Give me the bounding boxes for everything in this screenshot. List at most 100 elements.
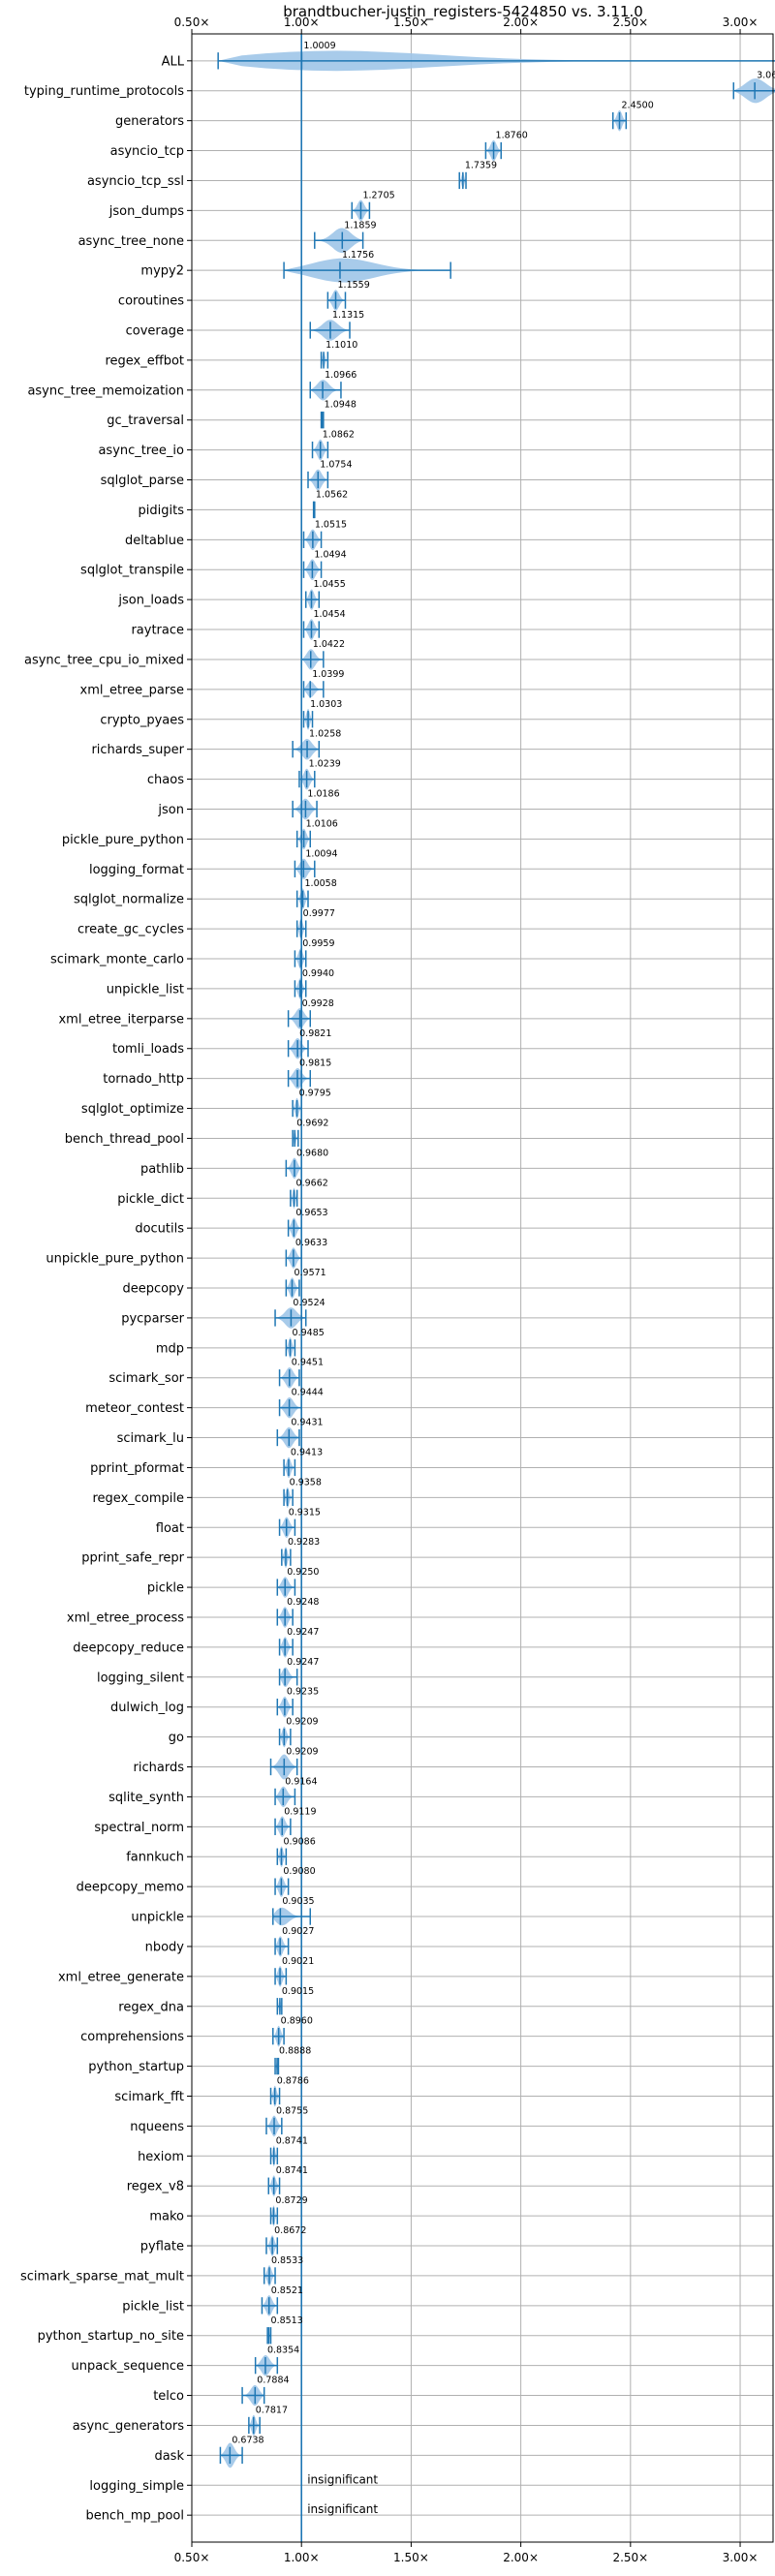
x-tick-label-bottom: 1.50×	[393, 2551, 429, 2564]
category-label: scimark_monte_carlo	[50, 953, 184, 967]
value-label: 0.9633	[295, 1238, 327, 1248]
value-label: 0.9485	[293, 1328, 325, 1338]
value-label: 0.9209	[286, 1747, 318, 1758]
value-label: 0.9928	[302, 998, 334, 1009]
x-tick-label-top: 2.00×	[503, 15, 539, 29]
value-label: 1.0399	[312, 669, 344, 680]
value-label: 1.1859	[344, 220, 376, 230]
value-label: 0.8729	[275, 2195, 307, 2206]
value-label: 0.9680	[296, 1148, 328, 1158]
value-label-layer: 1.0009 3.0666 2.4500 1.8760 1.7359 1.2705 1.18…	[232, 41, 775, 2516]
category-label: raytrace	[131, 624, 184, 638]
category-label: deepcopy_memo	[77, 1881, 184, 1895]
category-label: sqlglot_optimize	[81, 1102, 184, 1117]
category-label: pycparser	[121, 1311, 184, 1326]
category-label: crypto_pyaes	[100, 713, 184, 727]
value-label: 0.9451	[292, 1358, 324, 1368]
value-label: 0.9086	[284, 1836, 316, 1847]
value-label: 0.8672	[274, 2225, 306, 2236]
category-label: pidigits	[139, 504, 185, 518]
category-label: deepcopy_reduce	[73, 1641, 184, 1655]
x-tick-label-top: 1.50×	[393, 15, 429, 29]
category-label: gc_traversal	[107, 414, 184, 428]
category-label: pickle_list	[122, 2299, 184, 2314]
value-label: 1.0754	[320, 460, 352, 471]
category-label: richards_super	[91, 743, 184, 757]
value-label: 0.9209	[286, 1717, 318, 1728]
x-tick-label-top: 2.50×	[612, 15, 648, 29]
value-label: 0.9795	[299, 1089, 331, 1099]
x-tick-label-top: 1.00×	[284, 15, 320, 29]
value-label: 1.0186	[307, 789, 339, 800]
category-label: generators	[115, 114, 184, 129]
value-label: 1.8760	[496, 131, 528, 141]
category-label: pickle_dict	[117, 1192, 184, 1207]
category-label: mdp	[156, 1341, 184, 1356]
category-label: unpickle	[131, 1911, 184, 1925]
insignificant-label: insignificant	[307, 2472, 378, 2486]
category-label: json_dumps	[108, 204, 184, 219]
value-label: 1.0862	[323, 430, 355, 441]
value-label: 0.9413	[291, 1447, 323, 1457]
insignificant-label: insignificant	[307, 2502, 378, 2516]
category-label: asyncio_tcp_ssl	[87, 174, 184, 189]
value-label: 1.0948	[325, 400, 356, 411]
category-label: nbody	[145, 1940, 185, 1954]
value-label: 0.9444	[292, 1388, 324, 1398]
category-label: async_tree_none	[78, 234, 184, 249]
category-label: richards	[134, 1761, 185, 1775]
value-label: 1.0009	[303, 41, 335, 51]
value-label: 1.0058	[305, 878, 337, 889]
value-label: 0.9021	[282, 1956, 314, 1967]
category-label: async_generators	[73, 2419, 185, 2434]
chart-title: brandtbucher-justin_registers-5424850 vs…	[283, 3, 643, 21]
category-label: json_loads	[117, 594, 184, 608]
value-label: 1.0106	[306, 818, 338, 829]
category-label: asyncio_tcp	[110, 144, 184, 159]
x-tick-label-top: 0.50×	[174, 15, 210, 29]
category-label: hexiom	[138, 2150, 184, 2164]
value-label: 0.9164	[285, 1776, 317, 1787]
value-label: 1.0966	[325, 370, 356, 381]
category-label: python_startup_no_site	[38, 2329, 184, 2344]
value-label: 0.9815	[299, 1058, 331, 1069]
value-label: 1.0422	[313, 639, 345, 650]
category-label: logging_simple	[89, 2479, 184, 2494]
category-label: python_startup	[88, 2060, 184, 2074]
value-label: 0.9250	[287, 1567, 319, 1578]
x-tick-label-bottom: 2.00×	[503, 2551, 539, 2564]
tick-label-layer: 0.50× 0.50× 1.00× 1.00× 1.50× 1.50× 2.00× 2.00×…	[174, 15, 759, 2564]
value-label: 0.8513	[271, 2315, 303, 2326]
category-label: mako	[149, 2210, 184, 2224]
category-label: xml_etree_generate	[58, 1970, 184, 1984]
value-label: 1.0455	[314, 579, 346, 590]
category-label: pyflate	[140, 2240, 184, 2254]
value-label: 0.9653	[295, 1208, 327, 1218]
category-label: sqlglot_parse	[101, 474, 184, 488]
category-label: tornado_http	[103, 1072, 184, 1087]
value-label: 1.1756	[342, 250, 374, 261]
category-label: regex_effbot	[105, 353, 184, 368]
category-label: sqlglot_normalize	[74, 893, 184, 907]
category-label: deltablue	[125, 534, 184, 548]
category-label: ALL	[162, 54, 185, 69]
value-label: 0.8755	[276, 2105, 308, 2116]
category-label: dulwich_log	[110, 1701, 184, 1715]
value-label: 1.0515	[315, 519, 347, 530]
category-label: pprint_pformat	[90, 1461, 184, 1476]
category-label: pprint_safe_repr	[81, 1551, 184, 1566]
value-label: 0.9248	[287, 1597, 319, 1608]
category-label: spectral_norm	[94, 1821, 184, 1835]
category-label: unpack_sequence	[71, 2359, 184, 2374]
value-label: 0.8521	[271, 2285, 303, 2296]
value-label: 1.7359	[465, 160, 497, 170]
value-label: 1.1315	[332, 310, 364, 321]
value-label: 0.8741	[276, 2165, 308, 2176]
category-label: telco	[153, 2389, 184, 2404]
value-label: 2.4500	[622, 101, 654, 111]
value-label: 0.9692	[296, 1118, 328, 1128]
category-label: scimark_sparse_mat_mult	[20, 2269, 184, 2284]
category-label: nqueens	[130, 2120, 184, 2134]
category-label: pickle_pure_python	[62, 833, 184, 847]
category-label: create_gc_cycles	[78, 923, 184, 937]
